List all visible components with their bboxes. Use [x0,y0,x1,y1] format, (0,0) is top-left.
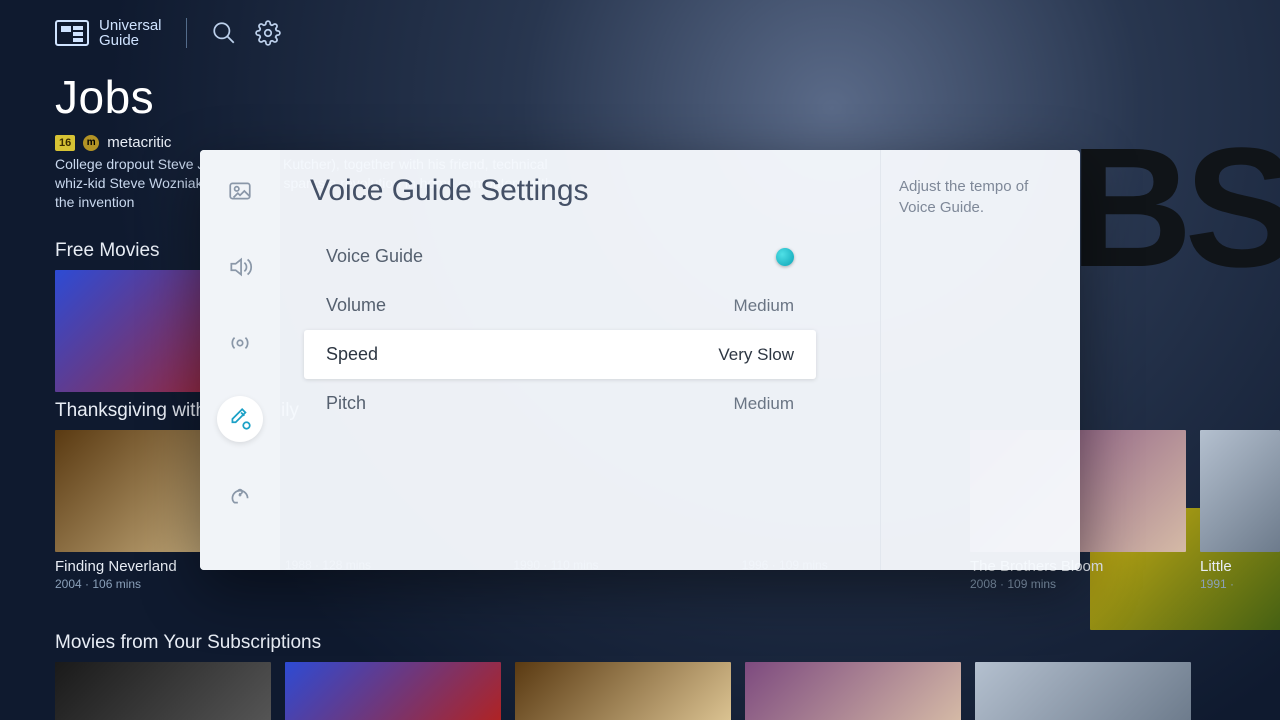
poster-thumbnail [745,662,961,720]
universal-guide-logo: Universal Guide [55,18,162,48]
movie-tile[interactable] [285,662,501,720]
toggle-on-indicator [776,248,794,266]
nav-sound-icon[interactable] [217,244,263,290]
app-name-line1: Universal [99,18,162,33]
poster-thumbnail [515,662,731,720]
movie-tile[interactable] [515,662,731,720]
option-pitch[interactable]: Pitch Medium [304,379,816,428]
movie-tile[interactable] [745,662,961,720]
movie-tile[interactable] [975,662,1191,720]
settings-panel: Voice Guide Settings Voice Guide Volume … [280,150,1080,570]
poster-thumbnail [55,662,271,720]
app-header: Universal Guide [55,18,281,48]
app-name-line2: Guide [99,33,162,48]
row-subscriptions: Movies from Your Subscriptions [55,632,1280,720]
search-icon[interactable] [211,20,237,46]
option-speed[interactable]: Speed Very Slow [304,330,816,379]
option-value: Medium [734,296,794,316]
settings-icon[interactable] [255,20,281,46]
option-label: Pitch [326,393,366,414]
tile-meta: 2008 · 109 mins [970,577,1186,591]
option-label: Volume [326,295,386,316]
nav-general-icon[interactable] [217,396,263,442]
option-voice-guide[interactable]: Voice Guide [304,232,816,281]
rating-line: 16 m metacritic [55,134,705,151]
movie-tile[interactable]: Little 1991 · [1200,430,1280,591]
poster-thumbnail [1200,430,1280,552]
option-label: Voice Guide [326,246,423,267]
tile-title: Little [1200,558,1280,575]
critic-label: metacritic [107,134,171,151]
option-value: Very Slow [718,345,794,365]
row-title: Movies from Your Subscriptions [55,632,1280,654]
guide-icon [55,20,89,46]
tile-meta: 2004 · 106 mins [55,577,271,591]
help-text: Adjust the tempo of Voice Guide. [880,150,1080,570]
nav-support-icon[interactable] [217,472,263,518]
featured-title: Jobs [55,70,705,124]
option-volume[interactable]: Volume Medium [304,281,816,330]
option-label: Speed [326,344,378,365]
settings-nav-rail [200,150,280,570]
metacritic-icon: m [83,135,99,151]
nav-picture-icon[interactable] [217,168,263,214]
movie-tile[interactable] [55,662,271,720]
age-rating-badge: 16 [55,135,75,151]
poster-thumbnail [975,662,1191,720]
tile-meta: 1991 · [1200,577,1280,591]
option-value: Medium [734,394,794,414]
header-divider [186,18,187,48]
panel-title: Voice Guide Settings [304,174,816,208]
nav-broadcast-icon[interactable] [217,320,263,366]
poster-thumbnail [285,662,501,720]
settings-modal: Voice Guide Settings Voice Guide Volume … [200,150,1080,570]
